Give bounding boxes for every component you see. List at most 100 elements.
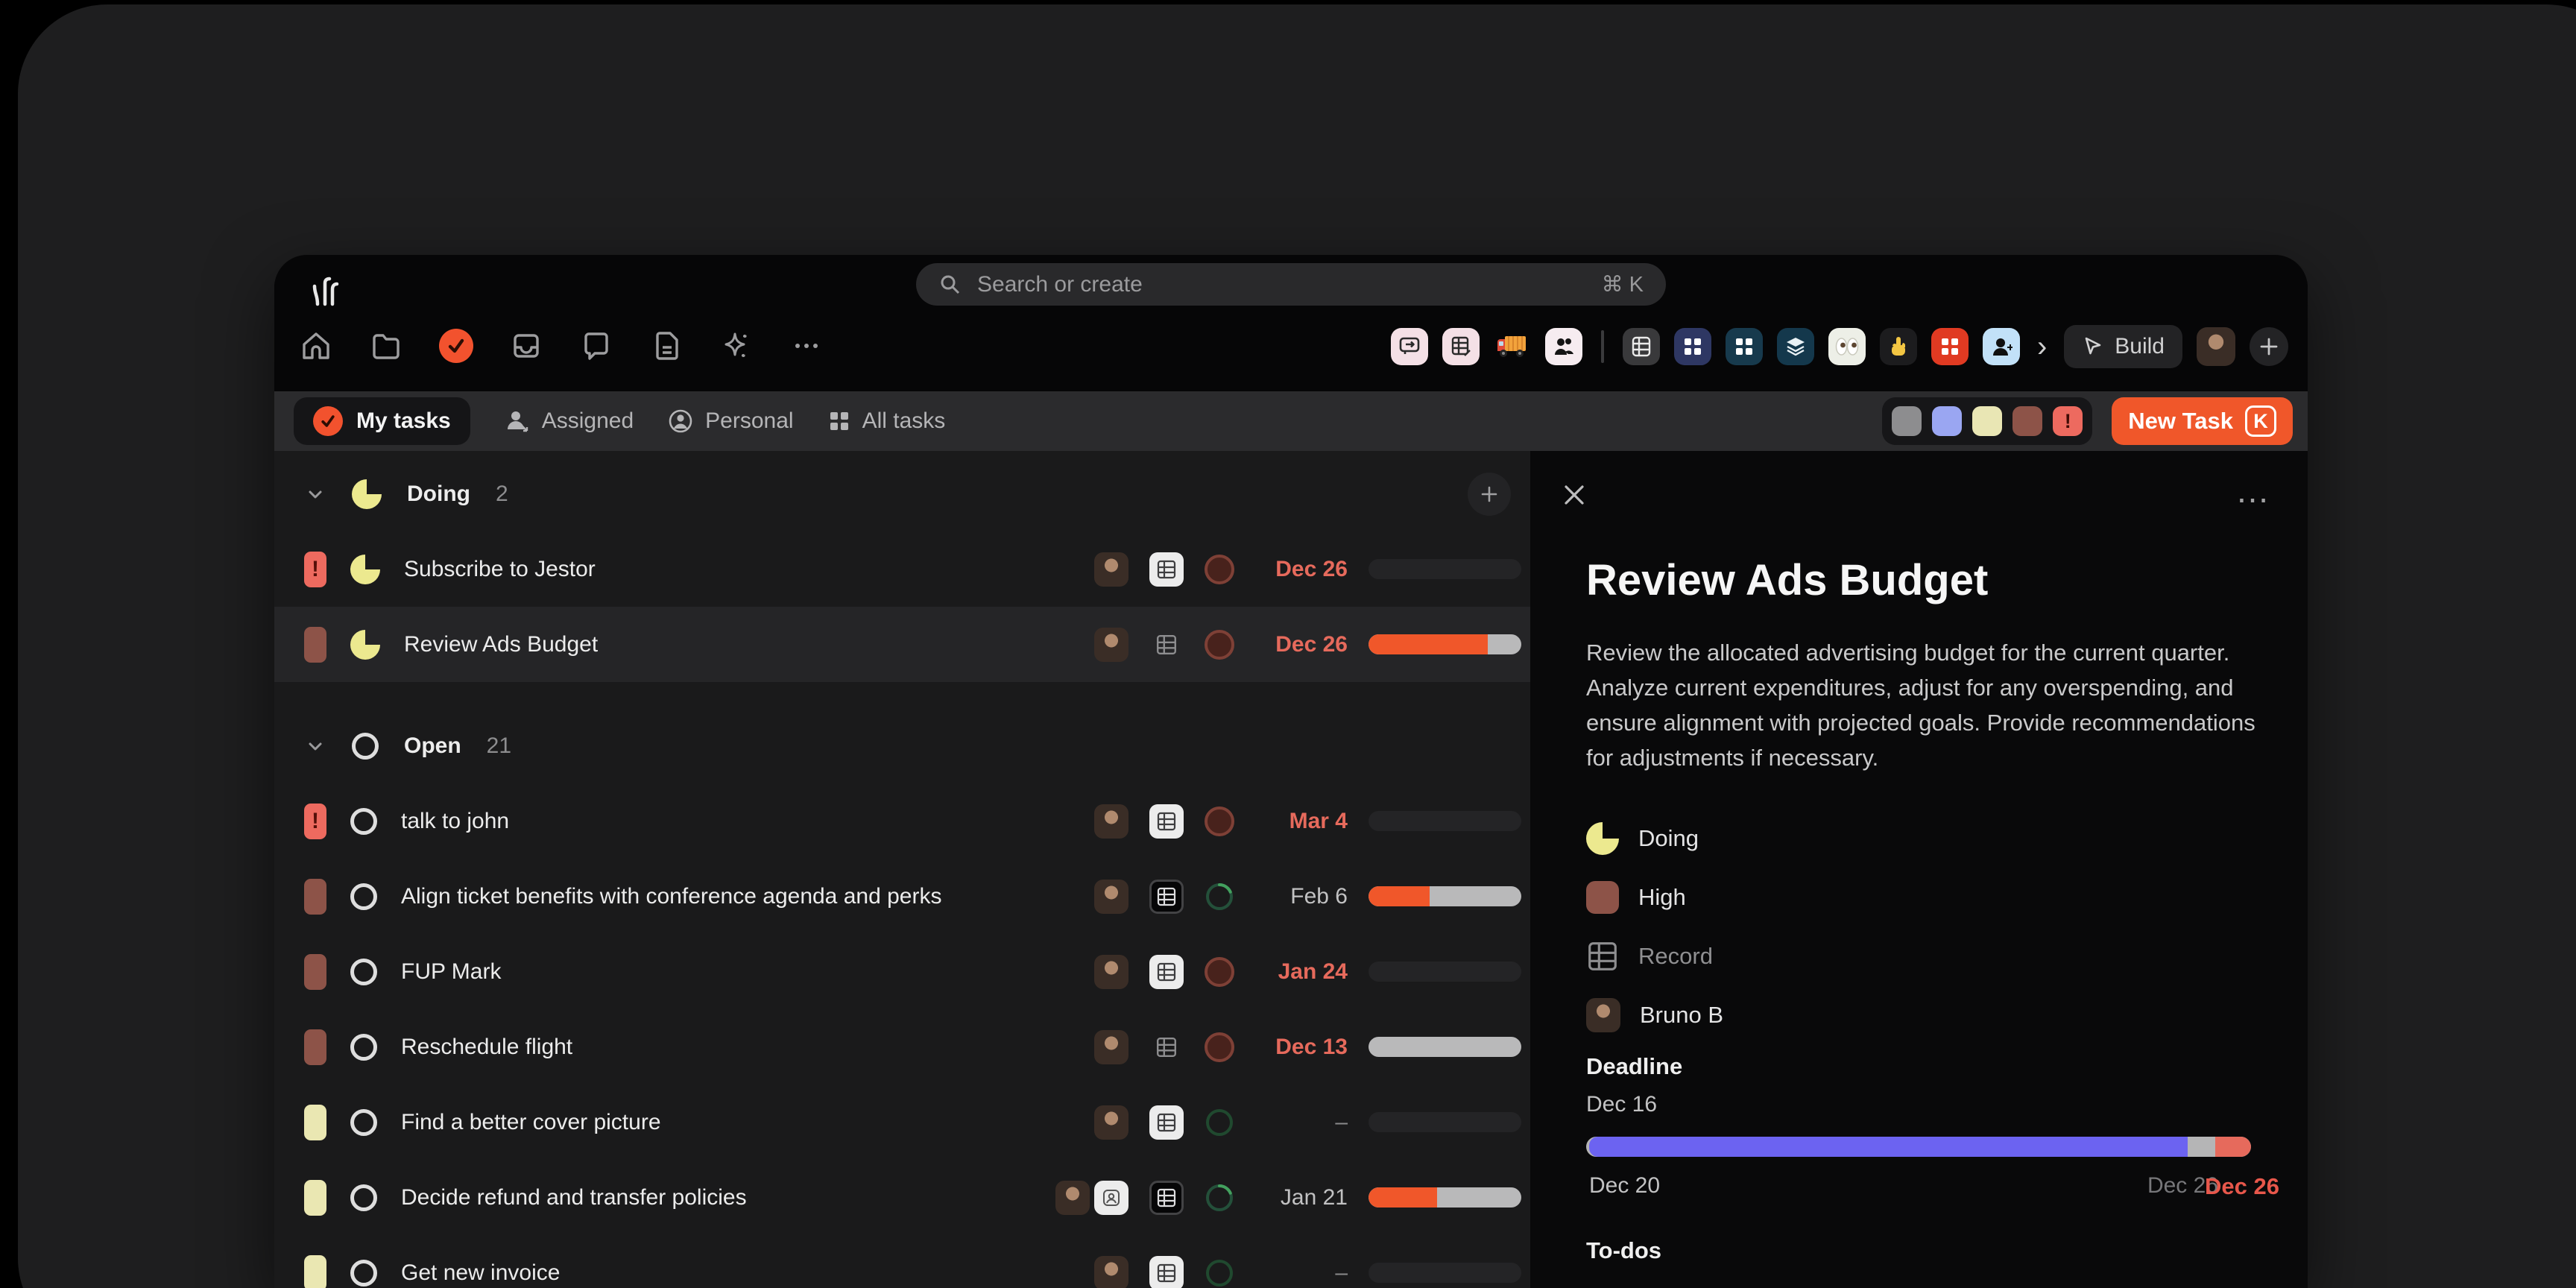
task-row[interactable]: Reschedule flight Dec 13 — [274, 1009, 1530, 1085]
section-header-doing[interactable]: Doing 2 — [274, 457, 1530, 531]
task-title[interactable]: Review Ads Budget — [404, 632, 1070, 657]
assignee-avatar[interactable] — [1094, 1030, 1128, 1064]
record-table-icon[interactable] — [1149, 628, 1184, 662]
search-input[interactable]: Search or create ⌘ K — [916, 263, 1666, 306]
add-view-button[interactable] — [2250, 327, 2288, 366]
assignee-avatar[interactable] — [1055, 1181, 1090, 1215]
assignee-avatar[interactable] — [1094, 552, 1128, 587]
panel-more-icon[interactable]: … — [2235, 473, 2273, 508]
task-row[interactable]: FUP Mark Jan 24 — [274, 934, 1530, 1009]
swatch-periwinkle[interactable] — [1932, 406, 1962, 436]
record-table-icon[interactable] — [1149, 1030, 1184, 1064]
assignee-icon-avatar[interactable] — [1094, 1181, 1128, 1215]
swatch-urgent[interactable]: ! — [2053, 406, 2083, 436]
more-icon[interactable] — [789, 328, 824, 364]
open-status-icon[interactable] — [350, 1184, 377, 1211]
document-icon[interactable] — [648, 328, 684, 364]
task-row[interactable]: Align ticket benefits with conference ag… — [274, 859, 1530, 934]
swatch-gray[interactable] — [1892, 406, 1922, 436]
progress-bar[interactable] — [1368, 634, 1521, 654]
task-row[interactable]: Find a better cover picture — [274, 1085, 1530, 1160]
task-title[interactable]: Find a better cover picture — [401, 1110, 1070, 1135]
priority-property[interactable]: High — [1586, 868, 2267, 926]
chat-forward-app-icon[interactable] — [1391, 328, 1428, 365]
close-icon[interactable] — [1560, 481, 1588, 509]
record-table-icon[interactable] — [1149, 804, 1184, 839]
progress-bar[interactable] — [1368, 811, 1521, 831]
build-button[interactable]: Build — [2064, 325, 2182, 368]
doing-status-icon[interactable] — [350, 630, 380, 660]
progress-bar[interactable] — [1368, 1037, 1521, 1057]
task-title[interactable]: Get new invoice — [401, 1260, 1070, 1286]
priority-urgent-badge[interactable]: ! — [304, 804, 326, 839]
assignee-avatar[interactable] — [1094, 804, 1128, 839]
record-property[interactable]: Record — [1586, 926, 2267, 985]
task-title[interactable]: talk to john — [401, 809, 1070, 834]
people-app-icon[interactable] — [1545, 328, 1582, 365]
icons-overflow-chevron[interactable]: › — [2034, 330, 2050, 364]
due-status-circle[interactable] — [1205, 630, 1234, 660]
priority-high-badge[interactable] — [304, 954, 326, 990]
folder-icon[interactable] — [368, 328, 404, 364]
assignee-avatar[interactable] — [1094, 628, 1128, 662]
layers-app-icon[interactable] — [1777, 328, 1814, 365]
open-status-icon[interactable] — [350, 1109, 377, 1136]
progress-ring[interactable] — [1205, 882, 1234, 912]
status-property[interactable]: Doing — [1586, 809, 2267, 868]
priority-low-badge[interactable] — [304, 1105, 326, 1140]
due-date[interactable]: Dec 13 — [1255, 1035, 1348, 1060]
tab-personal[interactable]: Personal — [668, 408, 793, 434]
record-table-icon[interactable] — [1149, 552, 1184, 587]
progress-bar[interactable] — [1368, 1263, 1521, 1283]
tasks-check-icon-active[interactable] — [438, 328, 474, 364]
record-table-icon[interactable] — [1149, 955, 1184, 989]
progress-ring[interactable] — [1205, 1183, 1234, 1213]
swatch-yellow[interactable] — [1972, 406, 2002, 436]
deadline-slider[interactable] — [1586, 1137, 2251, 1157]
record-table-app-icon[interactable] — [1623, 328, 1660, 365]
task-title[interactable]: Align ticket benefits with conference ag… — [401, 884, 1070, 909]
teal-grid-app-icon[interactable] — [1726, 328, 1763, 365]
due-status-circle[interactable] — [1205, 1032, 1234, 1062]
finger-app-icon[interactable] — [1880, 328, 1917, 365]
task-title[interactable]: FUP Mark — [401, 959, 1070, 985]
due-date[interactable]: Mar 4 — [1255, 809, 1348, 834]
sparkle-icon[interactable] — [719, 328, 754, 364]
task-title[interactable]: Subscribe to Jestor — [404, 557, 1070, 582]
task-detail-title[interactable]: Review Ads Budget — [1586, 555, 2267, 605]
tab-all-tasks[interactable]: All tasks — [828, 408, 946, 434]
task-row[interactable]: ! Subscribe to Jestor Dec 26 — [274, 531, 1530, 607]
open-status-icon[interactable] — [350, 1034, 377, 1061]
record-table-icon[interactable] — [1149, 1105, 1184, 1140]
progress-ring[interactable] — [1205, 1258, 1234, 1288]
priority-urgent-badge[interactable]: ! — [304, 552, 326, 587]
open-status-icon[interactable] — [350, 883, 377, 910]
priority-high-badge[interactable] — [304, 879, 326, 915]
user-avatar[interactable] — [2197, 327, 2235, 366]
task-title[interactable]: Reschedule flight — [401, 1035, 1070, 1060]
navy-grid-app-icon[interactable] — [1674, 328, 1711, 365]
chevron-down-icon[interactable] — [304, 483, 326, 505]
due-date[interactable]: – — [1255, 1110, 1348, 1135]
progress-bar[interactable] — [1368, 962, 1521, 982]
section-header-open[interactable]: Open 21 — [274, 709, 1530, 783]
chevron-down-icon[interactable] — [304, 735, 326, 757]
progress-bar[interactable] — [1368, 559, 1521, 579]
priority-high-badge[interactable] — [304, 627, 326, 663]
table-edit-app-icon[interactable] — [1442, 328, 1480, 365]
home-icon[interactable] — [298, 328, 334, 364]
progress-ring[interactable] — [1205, 1108, 1234, 1137]
open-status-icon[interactable] — [350, 959, 377, 985]
due-status-circle[interactable] — [1205, 806, 1234, 836]
doing-status-icon[interactable] — [350, 555, 380, 584]
task-title[interactable]: Decide refund and transfer policies — [401, 1185, 1032, 1210]
inbox-icon[interactable] — [508, 328, 544, 364]
priority-low-badge[interactable] — [304, 1180, 326, 1216]
task-row[interactable]: Decide refund and transfer policies — [274, 1160, 1530, 1235]
due-date[interactable]: Dec 26 — [1255, 557, 1348, 582]
assignee-avatar[interactable] — [1094, 1256, 1128, 1288]
record-table-icon[interactable] — [1149, 1181, 1184, 1215]
due-status-circle[interactable] — [1205, 957, 1234, 987]
task-row[interactable]: ! talk to john Mar 4 — [274, 783, 1530, 859]
assignee-avatar[interactable] — [1094, 1105, 1128, 1140]
